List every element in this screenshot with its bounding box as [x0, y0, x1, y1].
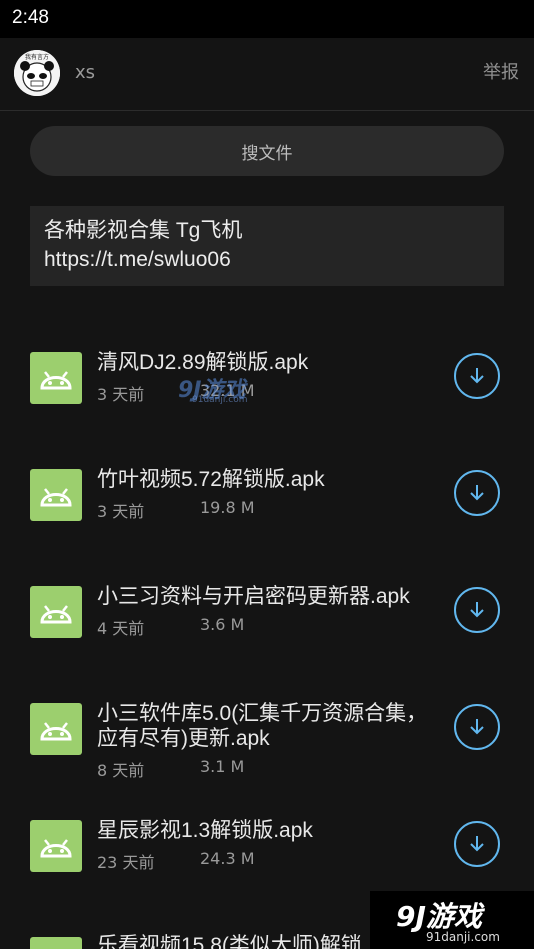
download-arrow-icon — [470, 602, 484, 618]
file-item[interactable]: 小三软件库5.0(汇集千万资源合集，应有尽有)更新.apk 8 天前 3.1 M — [0, 691, 534, 801]
download-arrow-icon — [470, 836, 484, 852]
download-button[interactable] — [454, 704, 500, 750]
file-name: 竹叶视频5.72解锁版.apk — [97, 468, 325, 491]
android-icon — [30, 352, 82, 404]
file-size: 3.1 M — [200, 757, 245, 776]
file-name: 星辰影视1.3解锁版.apk — [97, 819, 313, 842]
android-icon — [30, 703, 82, 755]
download-button[interactable] — [454, 353, 500, 399]
file-age: 3 天前 — [97, 502, 145, 521]
download-arrow-icon — [470, 368, 484, 384]
file-name: 乐看视频15.8(类似大师)解锁 — [97, 934, 362, 949]
file-size: 19.8 M — [200, 498, 255, 517]
file-item[interactable]: 小三习资料与开启密码更新器.apk 4 天前 3.6 M — [0, 574, 534, 674]
file-age: 4 天前 — [97, 619, 145, 638]
file-age: 3 天前 — [97, 385, 145, 404]
download-button[interactable] — [454, 587, 500, 633]
file-list: 清风DJ2.89解锁版.apk 3 天前 32.1 M 竹叶视频5.72解锁版.… — [0, 0, 534, 949]
file-age: 23 天前 — [97, 853, 155, 872]
download-arrow-icon — [470, 485, 484, 501]
download-button[interactable] — [454, 821, 500, 867]
file-item[interactable]: 竹叶视频5.72解锁版.apk 3 天前 19.8 M — [0, 457, 534, 557]
file-age: 8 天前 — [97, 761, 145, 780]
watermark-logo: 9J游戏 — [396, 900, 482, 933]
android-icon — [30, 937, 82, 949]
file-item[interactable]: 清风DJ2.89解锁版.apk 3 天前 32.1 M — [0, 340, 534, 440]
watermark-domain: 91danji.com — [426, 930, 500, 944]
android-icon — [30, 586, 82, 638]
download-button[interactable] — [454, 470, 500, 516]
watermark-domain: 91danji.com — [192, 395, 248, 405]
file-size: 3.6 M — [200, 615, 245, 634]
file-name: 小三习资料与开启密码更新器.apk — [97, 585, 410, 608]
corner-watermark: 9J游戏 91danji.com — [370, 891, 534, 949]
android-icon — [30, 469, 82, 521]
download-arrow-icon — [470, 719, 484, 735]
file-size: 24.3 M — [200, 849, 255, 868]
file-name: 清风DJ2.89解锁版.apk — [97, 351, 309, 374]
file-name: 小三软件库5.0(汇集千万资源合集，应有尽有)更新.apk — [97, 702, 428, 750]
android-icon — [30, 820, 82, 872]
